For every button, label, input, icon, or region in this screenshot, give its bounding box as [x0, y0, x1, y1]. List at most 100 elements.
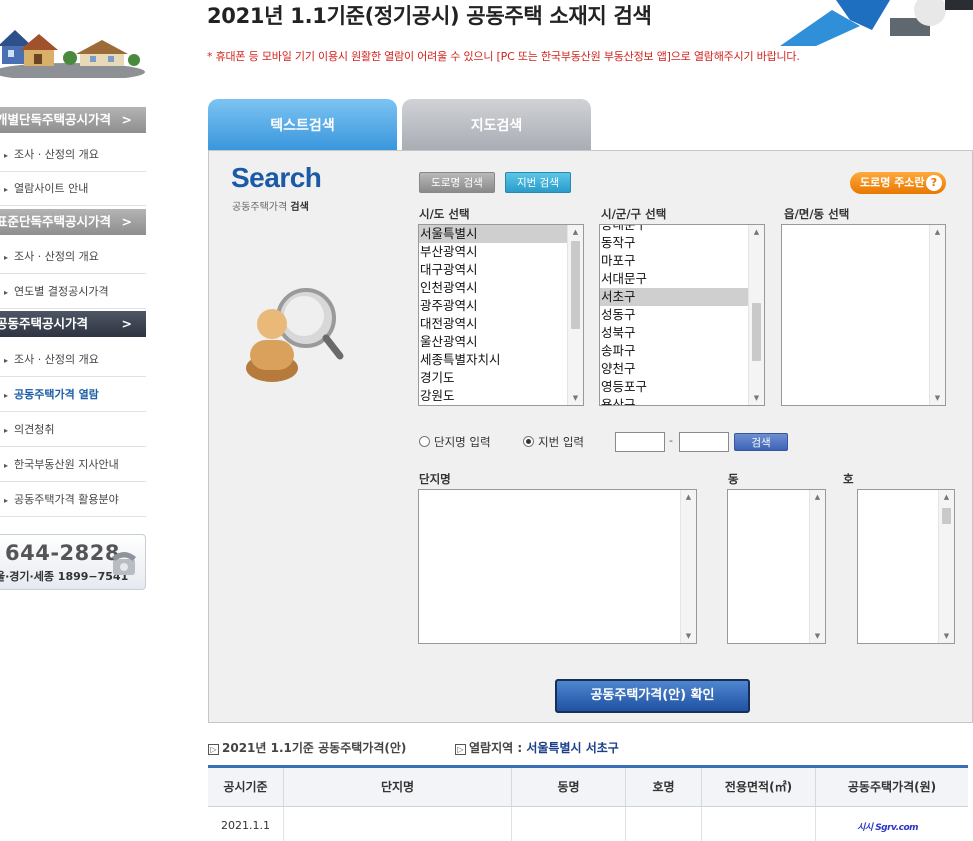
emd-scrollbar[interactable]: ▲ ▼ [929, 225, 945, 405]
lot-main-input[interactable] [615, 432, 665, 452]
option-sido-gyeonggi[interactable]: 경기도 [419, 369, 583, 387]
option-sigungu-yongsan[interactable]: 용산구 [600, 396, 764, 405]
option-sido-seoul[interactable]: 서울특별시 [419, 225, 583, 243]
menu-head-individual[interactable]: 개별단독주택공시가격 > [0, 107, 146, 133]
sidebar-item-label: 한국부동산원 지사안내 [14, 458, 119, 471]
mobile-notice: * 휴대폰 등 모바일 기기 이용시 원활한 열람이 어려울 수 있으니 [PC… [207, 50, 800, 63]
complex-select[interactable]: ▲ ▼ [418, 489, 697, 644]
option-sido-gwangju[interactable]: 광주광역시 [419, 297, 583, 315]
scroll-down-icon[interactable]: ▼ [568, 391, 583, 405]
telephone-icon [112, 552, 136, 575]
lot-sub-input[interactable] [679, 432, 729, 452]
option-sigungu-dongjak[interactable]: 동작구 [600, 234, 764, 252]
search-subtitle: 공동주택가격 검색 [232, 198, 309, 213]
scroll-up-icon[interactable]: ▲ [810, 490, 825, 504]
question-icon: ? [926, 175, 942, 191]
scroll-down-icon[interactable]: ▼ [939, 629, 954, 643]
option-sido-sejong[interactable]: 세종특별자치시 [419, 351, 583, 369]
scroll-thumb[interactable] [942, 508, 951, 524]
road-address-label: 도로명 주소란 [860, 176, 925, 189]
result-region: ▷ 열람지역 : 서울특별시 서초구 [455, 739, 619, 756]
option-sigungu-mapo[interactable]: 마포구 [600, 252, 764, 270]
sigungu-scrollbar[interactable]: ▲ ▼ [748, 225, 764, 405]
ho-scrollbar[interactable]: ▲ ▼ [938, 490, 954, 643]
col-header-price: 공동주택가격(원) [816, 768, 968, 807]
road-address-link[interactable]: 도로명 주소란 ? [850, 172, 946, 194]
bullet-icon: ▸ [4, 151, 9, 160]
option-sigungu-yangcheon[interactable]: 양천구 [600, 360, 764, 378]
dong-select[interactable]: ▲ ▼ [727, 489, 826, 644]
scroll-up-icon[interactable]: ▲ [930, 225, 945, 239]
person-magnifier-art [246, 288, 344, 382]
option-sigungu-seongbuk[interactable]: 성북구 [600, 324, 764, 342]
sigungu-options: 동대문구 동작구 마포구 서대문구 서초구 성동구 성북구 송파구 양천구 영등… [600, 225, 764, 405]
sidebar-item-apartment-usage[interactable]: ▸ 공동주택가격 활용분야 [0, 483, 146, 517]
scroll-down-icon[interactable]: ▼ [810, 629, 825, 643]
emd-select[interactable]: ▲ ▼ [781, 224, 946, 406]
cell-dong [512, 807, 626, 841]
lot-number-search-button[interactable]: 지번 검색 [505, 172, 571, 193]
result-basis: ▷ 2021년 1.1기준 공동주택가격(안) [208, 739, 406, 756]
option-sido-busan[interactable]: 부산광역시 [419, 243, 583, 261]
sidebar-item-standard-overview[interactable]: ▸ 조사 · 산정의 개요 [0, 240, 146, 274]
option-sido-ulsan[interactable]: 울산광역시 [419, 333, 583, 351]
option-sigungu-seongdong[interactable]: 성동구 [600, 306, 764, 324]
sidebar-item-label: 조사 · 산정의 개요 [14, 250, 99, 263]
menu-head-label: 표준단독주택공시가격 [0, 214, 112, 229]
col-header-complex: 단지명 [284, 768, 512, 807]
ho-select[interactable]: ▲ ▼ [857, 489, 955, 644]
road-name-search-button[interactable]: 도로명 검색 [419, 172, 495, 193]
complex-scrollbar[interactable]: ▲ ▼ [680, 490, 696, 643]
sidebar-item-individual-sites[interactable]: ▸ 열람사이트 안내 [0, 172, 146, 206]
sidebar-item-apartment-opinion[interactable]: ▸ 의견청취 [0, 413, 146, 447]
search-subtitle-bold: 검색 [290, 202, 309, 213]
sigungu-select[interactable]: 동대문구 동작구 마포구 서대문구 서초구 성동구 성북구 송파구 양천구 영등… [599, 224, 765, 406]
option-sigungu-seocho[interactable]: 서초구 [600, 288, 764, 306]
bullet-icon: ▸ [4, 391, 9, 400]
scroll-up-icon[interactable]: ▲ [749, 225, 764, 239]
sido-options: 서울특별시 부산광역시 대구광역시 인천광역시 광주광역시 대전광역시 울산광역… [419, 225, 583, 405]
radio-complex-name[interactable]: 단지명 입력 [419, 434, 491, 450]
option-sigungu-dongdaemun[interactable]: 동대문구 [600, 225, 764, 234]
chevron-right-icon: > [121, 112, 132, 127]
radio-lot-number[interactable]: 지번 입력 [523, 434, 584, 450]
bullet-icon: ▸ [4, 426, 9, 435]
bullet-icon: ▸ [4, 185, 9, 194]
dong-scrollbar[interactable]: ▲ ▼ [809, 490, 825, 643]
menu-head-apartment[interactable]: 공동주택공시가격 > [0, 311, 146, 337]
tab-text-search[interactable]: 텍스트검색 [208, 99, 397, 150]
sidebar-item-standard-yearly[interactable]: ▸ 연도별 결정공시가격 [0, 275, 146, 309]
houses-logo-art [0, 30, 145, 78]
scroll-down-icon[interactable]: ▼ [681, 629, 696, 643]
scroll-down-icon[interactable]: ▼ [749, 391, 764, 405]
sido-select[interactable]: 서울특별시 부산광역시 대구광역시 인천광역시 광주광역시 대전광역시 울산광역… [418, 224, 584, 406]
sido-scrollbar[interactable]: ▲ ▼ [567, 225, 583, 405]
sidebar-item-apartment-branches[interactable]: ▸ 한국부동산원 지사안내 [0, 448, 146, 482]
chevron-right-icon: > [121, 316, 132, 331]
radio-label: 단지명 입력 [434, 435, 491, 449]
complex-label: 단지명 [419, 472, 451, 486]
scroll-up-icon[interactable]: ▲ [681, 490, 696, 504]
page: 개별단독주택공시가격 > ▸ 조사 · 산정의 개요 ▸ 열람사이트 안내 표준단독… [0, 0, 973, 841]
radio-circle-icon [419, 436, 430, 447]
lot-search-button[interactable]: 검색 [734, 433, 788, 451]
confirm-price-button[interactable]: 공동주택가격(안) 확인 [555, 679, 750, 713]
option-sigungu-songpa[interactable]: 송파구 [600, 342, 764, 360]
option-sido-incheon[interactable]: 인천광역시 [419, 279, 583, 297]
scroll-down-icon[interactable]: ▼ [930, 391, 945, 405]
menu-head-standard[interactable]: 표준단독주택공시가격 > [0, 209, 146, 235]
option-sido-gangwon[interactable]: 강원도 [419, 387, 583, 405]
option-sido-daejeon[interactable]: 대전광역시 [419, 315, 583, 333]
phone-box: 644-2828 울·경기·세종 1899−7541 [0, 534, 146, 590]
option-sido-daegu[interactable]: 대구광역시 [419, 261, 583, 279]
option-sigungu-yeongdeungpo[interactable]: 영등포구 [600, 378, 764, 396]
scroll-up-icon[interactable]: ▲ [939, 490, 954, 504]
scroll-up-icon[interactable]: ▲ [568, 225, 583, 239]
scroll-thumb[interactable] [752, 303, 761, 361]
sidebar-item-individual-overview[interactable]: ▸ 조사 · 산정의 개요 [0, 138, 146, 172]
option-sigungu-seodaemun[interactable]: 서대문구 [600, 270, 764, 288]
sidebar-item-apartment-overview[interactable]: ▸ 조사 · 산정의 개요 [0, 343, 146, 377]
sidebar-item-apartment-browse[interactable]: ▸ 공동주택가격 열람 [0, 378, 146, 412]
tab-map-search[interactable]: 지도검색 [402, 99, 591, 150]
scroll-thumb[interactable] [571, 241, 580, 329]
